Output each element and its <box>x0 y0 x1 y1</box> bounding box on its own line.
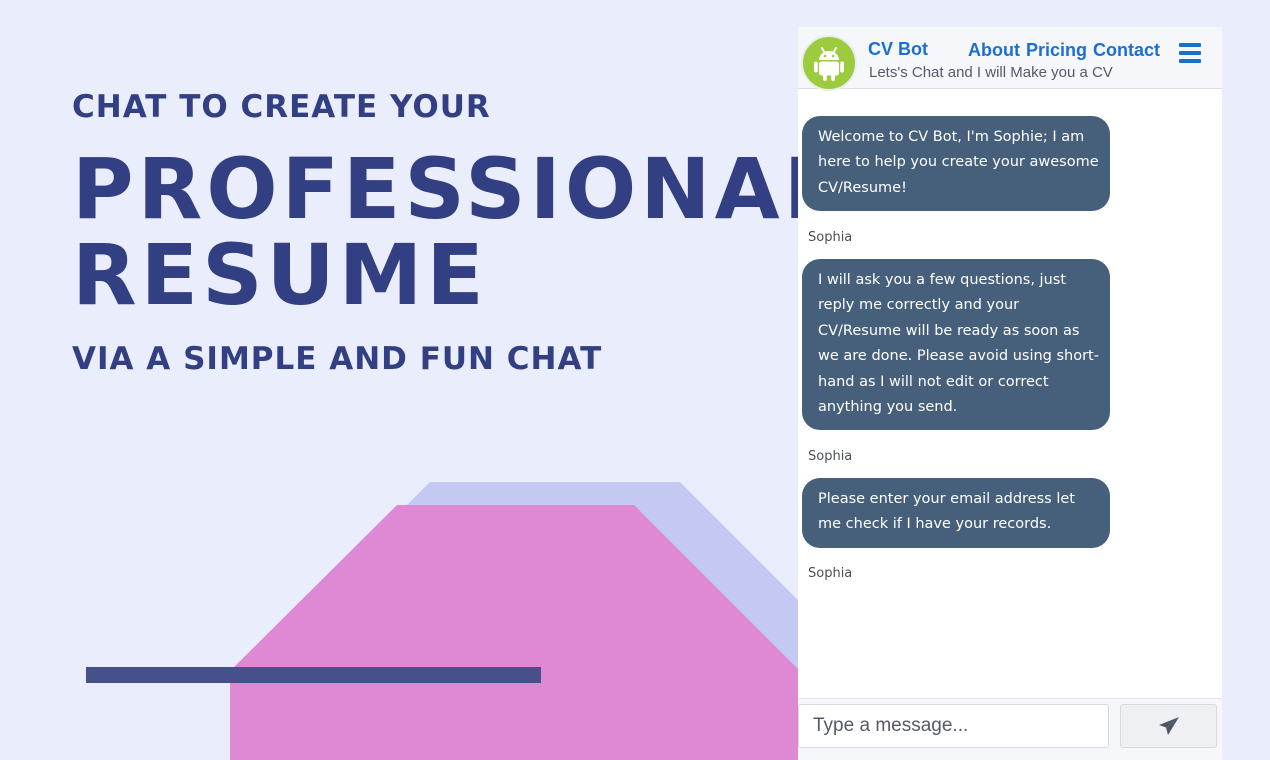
send-button[interactable] <box>1120 704 1217 748</box>
message-list[interactable]: Welcome to CV Bot, I'm Sophie; I am here… <box>798 88 1222 698</box>
paper-plane-icon <box>1158 717 1179 735</box>
top-nav: About Pricing Contact <box>968 40 1160 61</box>
message-sender-1: Sophia <box>808 230 853 245</box>
promo-headline-line1: PROFESSIONAL <box>72 140 842 238</box>
bot-message-3: Please enter your email address let me c… <box>802 478 1110 548</box>
brand-title[interactable]: CV Bot <box>868 39 928 60</box>
message-sender-3: Sophia <box>808 566 853 581</box>
bot-avatar <box>801 35 857 91</box>
nav-link-pricing[interactable]: Pricing <box>1026 40 1087 61</box>
chat-header: CV Bot Lets's Chat and I will Make you a… <box>798 27 1222 91</box>
hamburger-menu-icon[interactable] <box>1179 43 1201 63</box>
brand-tagline: Lets's Chat and I will Make you a CV <box>869 64 1113 81</box>
promo-line-top: CHAT TO CREATE YOUR <box>72 89 491 125</box>
message-sender-2: Sophia <box>808 449 853 464</box>
promo-headline: PROFESSIONAL RESUME <box>72 146 841 318</box>
promo-line-bottom: VIA A SIMPLE AND FUN CHAT <box>72 341 603 377</box>
android-icon <box>814 47 844 81</box>
promo-headline-line2: RESUME <box>72 226 488 324</box>
decorative-bar <box>86 667 541 683</box>
message-input[interactable] <box>798 704 1109 748</box>
bot-message-1: Welcome to CV Bot, I'm Sophie; I am here… <box>802 116 1110 212</box>
chat-widget: CV Bot Lets's Chat and I will Make you a… <box>798 27 1222 760</box>
nav-link-about[interactable]: About <box>968 40 1020 61</box>
nav-link-contact[interactable]: Contact <box>1093 40 1160 61</box>
message-composer <box>798 698 1222 760</box>
bot-message-2: I will ask you a few questions, just rep… <box>802 259 1110 431</box>
